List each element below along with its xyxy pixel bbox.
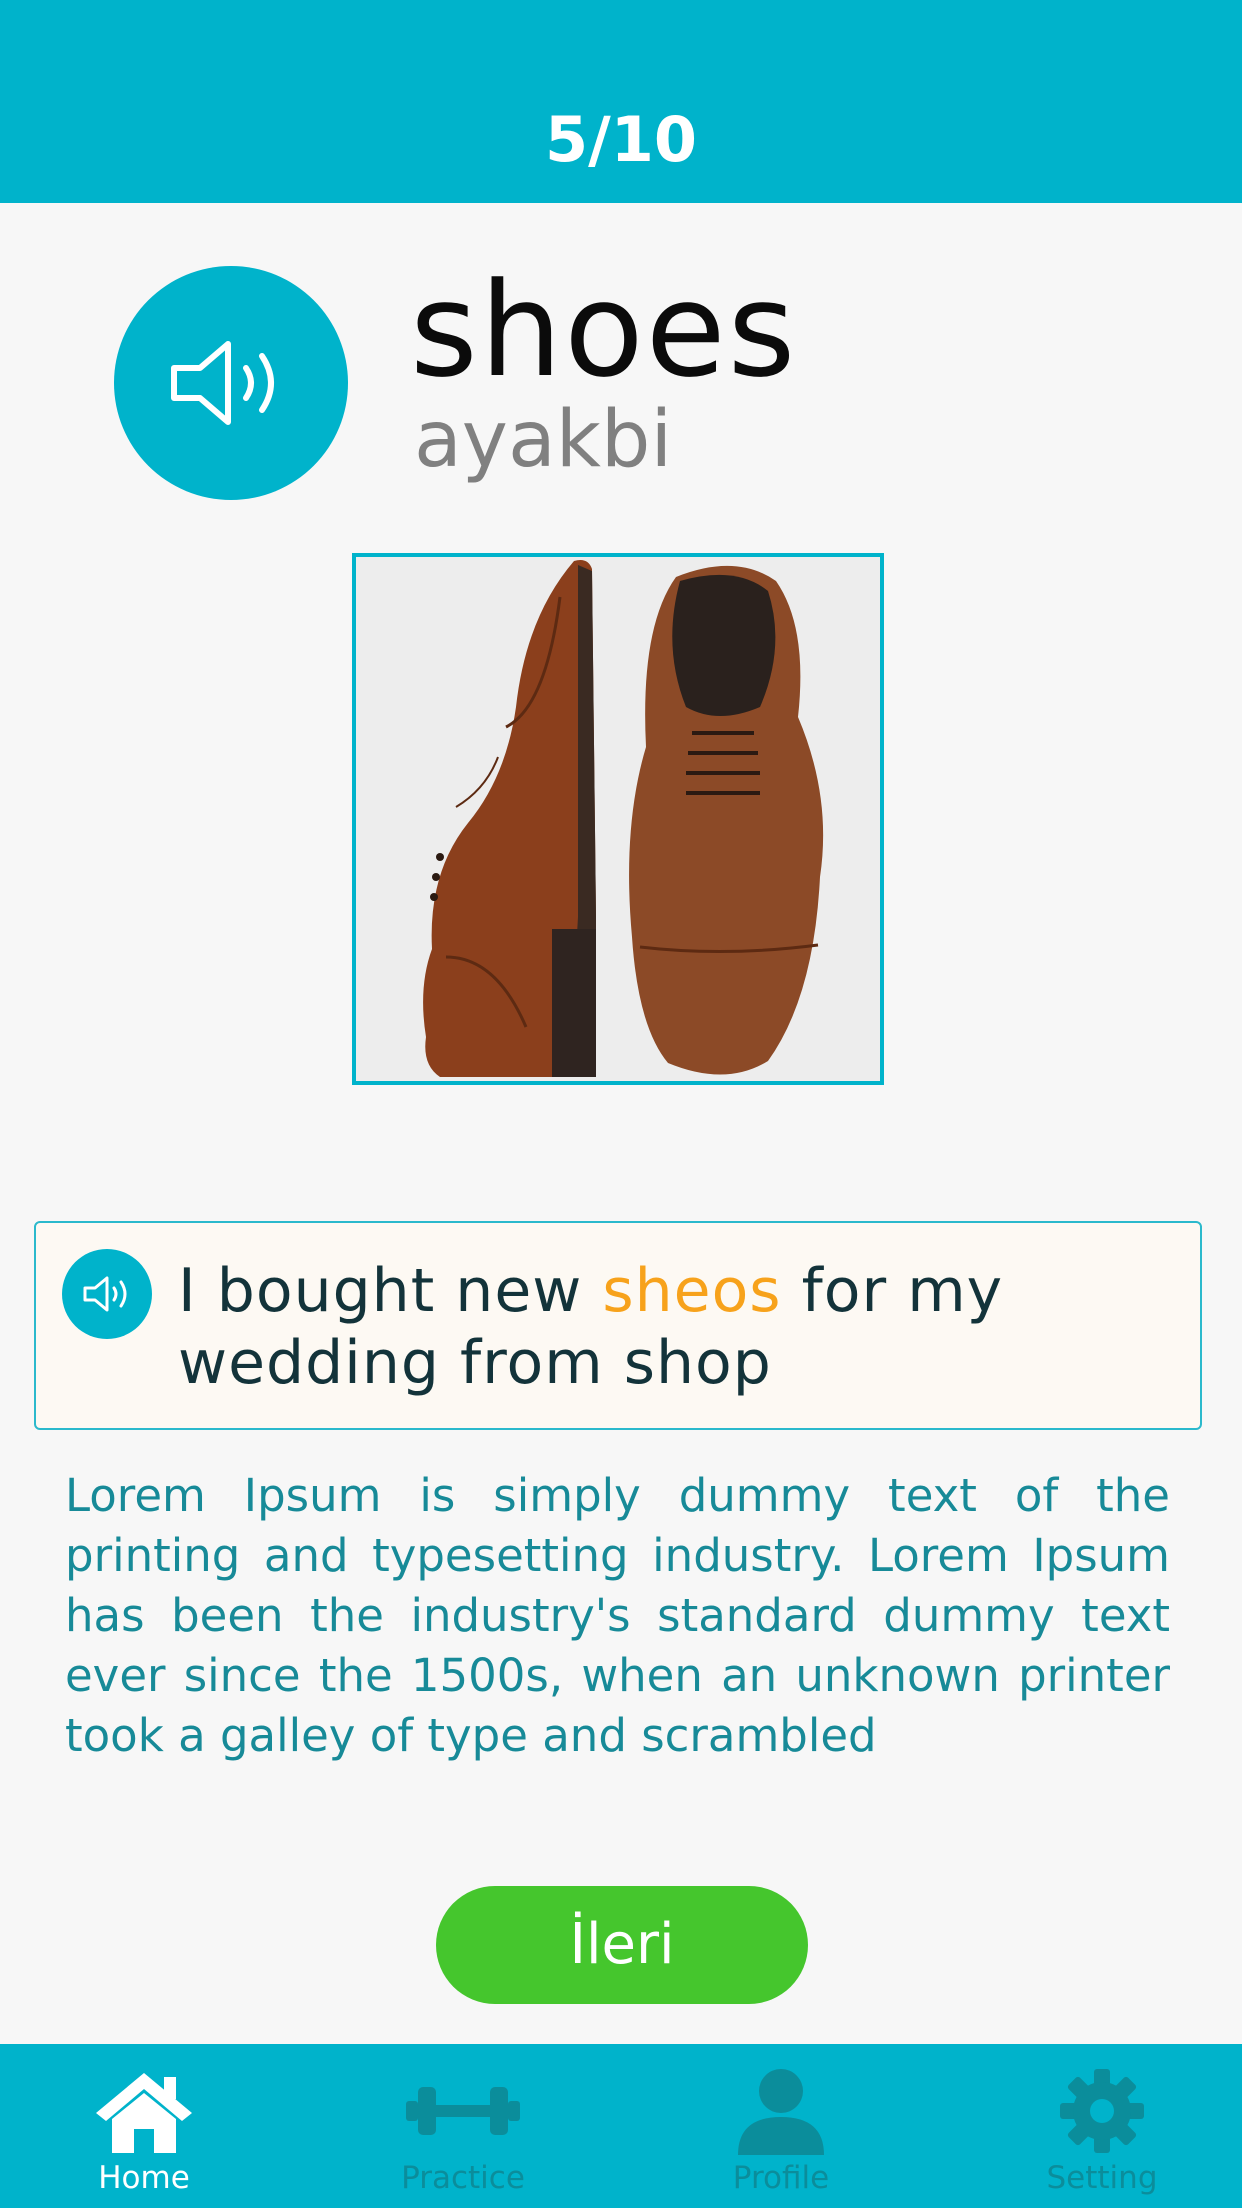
play-word-audio-button[interactable] bbox=[114, 266, 348, 500]
shoe-image bbox=[356, 557, 880, 1081]
speaker-icon bbox=[171, 341, 274, 425]
tab-label: Practice bbox=[401, 2160, 525, 2196]
play-sentence-audio-button[interactable] bbox=[62, 1249, 152, 1339]
word-image bbox=[352, 553, 884, 1085]
sentence-text-before: I bought new bbox=[178, 1256, 603, 1326]
example-sentence: I bought new sheos for my wedding from s… bbox=[178, 1255, 1168, 1399]
next-button[interactable]: İleri bbox=[436, 1886, 808, 2004]
speaker-icon bbox=[83, 1276, 127, 1312]
user-icon bbox=[738, 2069, 824, 2155]
vocabulary-word: shoes bbox=[410, 254, 798, 406]
tab-label: Home bbox=[98, 2160, 190, 2196]
tab-label: Setting bbox=[1046, 2160, 1158, 2196]
description-text: Lorem Ipsum is simply dummy text of the … bbox=[65, 1469, 1170, 1762]
tab-home[interactable]: Home bbox=[0, 2044, 294, 2208]
progress-counter: 5/10 bbox=[544, 103, 698, 176]
tab-practice[interactable]: Practice bbox=[313, 2044, 613, 2208]
tab-profile[interactable]: Profile bbox=[631, 2044, 931, 2208]
highlighted-word: sheos bbox=[602, 1256, 782, 1326]
bottom-tab-bar: Home Practice Profile Setting bbox=[0, 2044, 1242, 2208]
example-sentence-card: I bought new sheos for my wedding from s… bbox=[34, 1221, 1202, 1430]
tab-label: Profile bbox=[732, 2160, 830, 2196]
word-translation: ayakbi bbox=[414, 395, 673, 485]
top-bar: 5/10 bbox=[0, 0, 1242, 203]
dumbbell-icon bbox=[406, 2087, 520, 2135]
gear-icon bbox=[1060, 2069, 1144, 2153]
tab-setting[interactable]: Setting bbox=[952, 2044, 1242, 2208]
home-icon bbox=[96, 2073, 192, 2153]
